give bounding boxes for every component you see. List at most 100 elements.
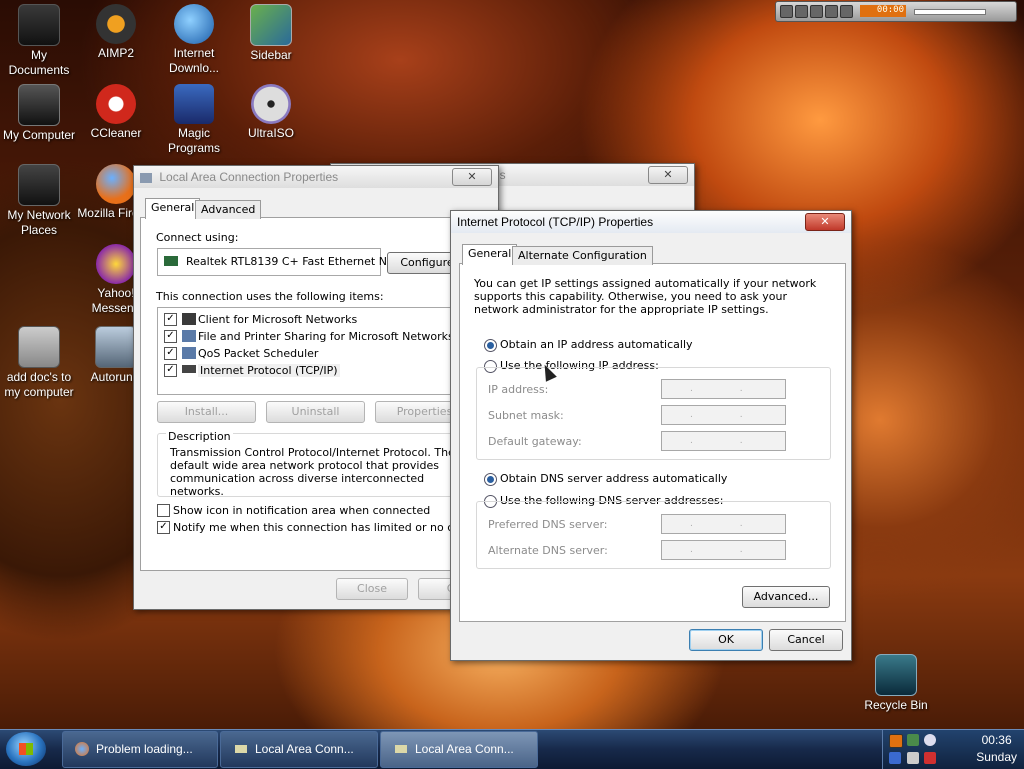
magic-programs-icon — [174, 84, 214, 124]
tcpip-properties-window: Internet Protocol (TCP/IP) Properties ✕ … — [450, 210, 852, 661]
desktop-icon-my-network-places[interactable]: My Network Places — [0, 164, 78, 238]
lac-titlebar: Local Area Connection Properties — [134, 166, 498, 188]
item-checkbox[interactable]: ✓ — [164, 364, 177, 377]
qos-scheduler-icon — [182, 347, 196, 359]
tab-alternate-configuration[interactable]: Alternate Configuration — [512, 246, 653, 265]
preferred-dns-label: Preferred DNS server: — [488, 518, 608, 531]
obtain-ip-radio[interactable] — [484, 339, 497, 352]
player-volume-slider[interactable] — [914, 9, 986, 15]
subnet-mask-label: Subnet mask: — [488, 409, 564, 422]
desktop-icon-my-computer[interactable]: My Computer — [0, 84, 78, 143]
item-checkbox[interactable]: ✓ — [164, 347, 177, 360]
desktop-icon-internet-download[interactable]: Internet Downlo... — [155, 4, 233, 76]
clock-time: 00:36 — [981, 733, 1012, 747]
obtain-ip-label: Obtain an IP address automatically — [500, 338, 693, 351]
ccleaner-icon — [96, 84, 136, 124]
tab-advanced[interactable]: Advanced — [195, 200, 262, 219]
player-tray-icon[interactable] — [889, 734, 903, 748]
update-tray-icon[interactable] — [924, 752, 936, 764]
desktop-icon-ccleaner[interactable]: CCleaner — [77, 84, 155, 141]
desktop-icon-my-documents[interactable]: My Documents — [0, 4, 78, 78]
start-button[interactable] — [6, 732, 46, 766]
player-pause-button[interactable] — [810, 5, 823, 18]
preferred-dns-field[interactable]: . . . — [661, 514, 786, 534]
item-checkbox[interactable]: ✓ — [164, 313, 177, 326]
alternate-dns-field[interactable]: . . . — [661, 540, 786, 560]
tcpip-general-panel: General Alternate Configuration You can … — [459, 244, 846, 622]
protocol-icon — [182, 365, 196, 373]
tcpip-titlebar: Internet Protocol (TCP/IP) Properties — [451, 211, 851, 233]
internet-download-icon — [174, 4, 214, 44]
install-button[interactable]: Install... — [157, 401, 256, 423]
obtain-dns-radio[interactable] — [484, 473, 497, 486]
autorun-icon — [95, 326, 137, 368]
description-text: Transmission Control Protocol/Internet P… — [170, 446, 455, 498]
desktop-icon-add-docs[interactable]: add doc's to my computer — [0, 326, 78, 400]
desktop-icon-ultraiso[interactable]: UltraISO — [232, 84, 310, 141]
show-icon-checkbox[interactable] — [157, 504, 170, 517]
description-title: Description — [166, 430, 233, 443]
lac-close-button[interactable]: ✕ — [452, 168, 492, 186]
media-player-bar: 00:00 — [775, 1, 1017, 22]
obtain-dns-label: Obtain DNS server address automatically — [500, 472, 728, 485]
advanced-button[interactable]: Advanced... — [742, 586, 830, 608]
tab-general[interactable]: General — [145, 198, 201, 219]
cancel-button[interactable]: Cancel — [769, 629, 843, 651]
firefox-icon — [96, 164, 136, 204]
list-item[interactable]: ✓ QoS Packet Scheduler — [158, 345, 478, 361]
taskbar-clock[interactable]: 00:36 Sunday — [976, 732, 1017, 766]
lac-title: Local Area Connection Properties — [159, 170, 339, 184]
network-tray-icon[interactable] — [907, 734, 919, 746]
connection-status-close-button[interactable]: ✕ — [648, 166, 688, 184]
list-item[interactable]: ✓ Client for Microsoft Networks — [158, 311, 478, 327]
default-gateway-label: Default gateway: — [488, 435, 582, 448]
lac-properties-window: Local Area Connection Properties ✕ Gener… — [133, 165, 504, 610]
network-icon — [395, 745, 407, 753]
description-group: Description Transmission Control Protoco… — [157, 430, 479, 498]
items-list: ✓ Client for Microsoft Networks ✓ File a… — [157, 307, 479, 395]
show-icon-label: Show icon in notification area when conn… — [173, 504, 431, 517]
file-sharing-icon — [182, 330, 196, 342]
desktop-icon-sidebar[interactable]: Sidebar — [232, 4, 310, 63]
tcpip-close-button[interactable]: ✕ — [805, 213, 845, 231]
default-gateway-field[interactable]: . . . — [661, 431, 786, 451]
messenger-tray-icon[interactable] — [924, 734, 936, 746]
lac-general-panel: General Advanced Connect using: Realtek … — [140, 198, 504, 571]
recycle-bin-icon — [875, 654, 917, 696]
player-prev-button[interactable] — [780, 5, 793, 18]
adapter-name: Realtek RTL8139 C+ Fast Ethernet N — [186, 255, 387, 268]
list-item[interactable]: ✓ Internet Protocol (TCP/IP) — [158, 362, 478, 378]
desktop-icon-magic-programs[interactable]: Magic Programs — [155, 84, 233, 156]
notify-checkbox[interactable]: ✓ — [157, 521, 170, 534]
ok-button[interactable]: OK — [689, 629, 763, 651]
player-next-button[interactable] — [840, 5, 853, 18]
client-network-icon — [182, 313, 196, 325]
network-places-icon — [18, 164, 60, 206]
adapter-field: Realtek RTL8139 C+ Fast Ethernet N — [157, 248, 387, 276]
speaker-tray-icon[interactable] — [907, 752, 919, 764]
list-item[interactable]: ✓ File and Printer Sharing for Microsoft… — [158, 328, 478, 344]
taskbar-button-lac-2[interactable]: Local Area Conn... — [380, 731, 538, 768]
player-stop-button[interactable] — [825, 5, 838, 18]
security-tray-icon[interactable] — [889, 752, 901, 764]
my-documents-icon — [18, 4, 60, 46]
tab-general[interactable]: General — [462, 244, 518, 265]
player-time-display: 00:00 — [860, 5, 906, 17]
taskbar: Problem loading... Local Area Conn... Lo… — [0, 729, 1024, 769]
network-adapter-icon — [164, 256, 178, 266]
subnet-mask-field[interactable]: . . . — [661, 405, 786, 425]
player-play-button[interactable] — [795, 5, 808, 18]
windows-logo-icon — [19, 743, 33, 755]
lac-close-bottom-button[interactable]: Close — [336, 578, 408, 600]
desktop-icon-recycle-bin[interactable]: Recycle Bin — [857, 654, 935, 713]
ip-address-field[interactable]: . . . — [661, 379, 786, 399]
uninstall-button[interactable]: Uninstall — [266, 401, 365, 423]
system-tray: 00:36 Sunday — [882, 730, 1024, 769]
desktop-icon-aimp2[interactable]: AIMP2 — [77, 4, 155, 61]
sidebar-icon — [250, 4, 292, 46]
item-checkbox[interactable]: ✓ — [164, 330, 177, 343]
firefox-icon — [75, 742, 89, 756]
clock-day: Sunday — [976, 750, 1017, 764]
taskbar-button-firefox[interactable]: Problem loading... — [62, 731, 218, 768]
taskbar-button-lac-1[interactable]: Local Area Conn... — [220, 731, 378, 768]
